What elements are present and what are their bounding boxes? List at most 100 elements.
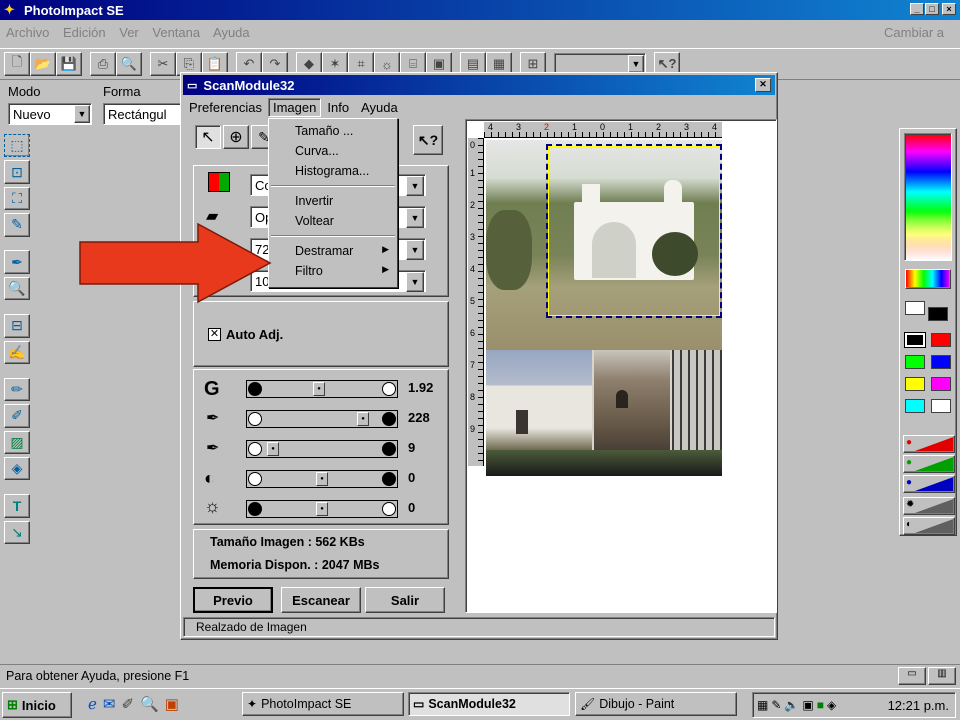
- line-tool-icon[interactable]: ↘: [4, 520, 30, 545]
- swatch-magenta[interactable]: [931, 377, 951, 391]
- tray-icon-6[interactable]: ◈: [827, 698, 836, 712]
- app-quick-icon[interactable]: ▣: [165, 695, 179, 713]
- zoom-in-icon[interactable]: ⊕: [223, 125, 249, 149]
- swatch-cyan[interactable]: [905, 399, 925, 413]
- clock[interactable]: 12:21 p.m.: [888, 698, 949, 713]
- cambiar-a-link[interactable]: Cambiar a: [884, 25, 944, 40]
- menu-ver[interactable]: Ver: [119, 25, 139, 40]
- task-photoimpact[interactable]: ✦ PhotoImpact SE: [242, 692, 404, 716]
- close-icon[interactable]: ✕: [755, 78, 771, 92]
- swatch-red[interactable]: [931, 333, 951, 347]
- slider-thumb[interactable]: ●: [313, 382, 325, 396]
- chevron-down-icon[interactable]: ▼: [406, 208, 424, 228]
- slider-thumb[interactable]: ●: [267, 442, 279, 456]
- menu-archivo[interactable]: Archivo: [6, 25, 49, 40]
- maximize-button[interactable]: □: [925, 3, 939, 15]
- foreground-color-swatch[interactable]: [905, 301, 925, 315]
- task-paint[interactable]: 🖌 Dibujo - Paint: [575, 692, 737, 716]
- menu-ayuda-scan[interactable]: Ayuda: [361, 100, 398, 115]
- open-folder-icon[interactable]: 📂: [30, 52, 56, 76]
- swatch-yellow[interactable]: [905, 377, 925, 391]
- lasso-tool-icon[interactable]: ✎: [4, 213, 30, 237]
- search-icon[interactable]: 🔍: [140, 695, 159, 713]
- swatch-white[interactable]: [931, 399, 951, 413]
- zoom-tool-icon[interactable]: 🔍: [4, 276, 30, 301]
- chevron-down-icon[interactable]: ▼: [406, 240, 424, 260]
- menu-item-invertir[interactable]: Invertir: [269, 191, 397, 211]
- swatch-blue[interactable]: [931, 355, 951, 369]
- brightness-slider[interactable]: ●: [246, 500, 398, 518]
- palette-button[interactable]: [905, 269, 951, 289]
- menu-item-filtro[interactable]: Filtro ▶: [269, 261, 397, 281]
- chevron-down-icon[interactable]: ▼: [628, 55, 644, 73]
- select-tool-icon[interactable]: ⊟: [4, 314, 30, 338]
- scan-button[interactable]: Escanear: [281, 587, 361, 613]
- menu-imagen[interactable]: Imagen: [267, 97, 322, 117]
- eyedropper-tool-icon[interactable]: ✒: [4, 250, 30, 274]
- fill-tool-icon[interactable]: ◈: [4, 456, 30, 481]
- scan-preview-image[interactable]: [486, 140, 722, 476]
- brush-tool-icon[interactable]: ✏: [4, 377, 30, 402]
- tray-icon-4[interactable]: ▣: [802, 698, 813, 712]
- color-spectrum[interactable]: [904, 133, 952, 261]
- shape-select[interactable]: Rectángul: [103, 103, 183, 125]
- menu-item-curva[interactable]: Curva...: [269, 141, 397, 161]
- menu-item-histograma[interactable]: Histograma...: [269, 161, 397, 181]
- gamma-slider[interactable]: ●: [246, 380, 398, 398]
- menu-item-tamano[interactable]: Tamaño ...: [269, 121, 397, 141]
- minimize-button[interactable]: _: [910, 3, 924, 15]
- close-button[interactable]: ×: [942, 3, 956, 15]
- outlook-icon[interactable]: ✉: [103, 695, 116, 713]
- highlight-slider[interactable]: ●: [246, 410, 398, 428]
- mode-select[interactable]: Nuevo ▼: [8, 103, 92, 125]
- shadow-slider[interactable]: ●: [246, 440, 398, 458]
- panel-toggle-1[interactable]: ▭: [898, 667, 926, 685]
- clone-tool-icon[interactable]: ✐: [4, 404, 30, 428]
- panel-toggle-2[interactable]: ▥: [928, 667, 956, 685]
- speaker-icon[interactable]: 🔈: [784, 698, 799, 712]
- scan-selection-marquee[interactable]: [546, 144, 722, 318]
- retouch-tool-icon[interactable]: ▨: [4, 430, 30, 454]
- pointer-tool-icon[interactable]: ↖: [195, 125, 221, 149]
- task-scanmodule[interactable]: ▭ ScanModule32: [408, 692, 570, 716]
- help-pointer-icon[interactable]: ↖?: [413, 125, 443, 155]
- exit-button[interactable]: Salir: [365, 587, 445, 613]
- green-channel-control[interactable]: ●: [903, 455, 955, 473]
- slider-thumb[interactable]: ●: [316, 502, 328, 516]
- swatch-black[interactable]: [904, 332, 926, 348]
- chevron-down-icon[interactable]: ▼: [406, 272, 424, 292]
- save-icon[interactable]: 💾: [56, 52, 82, 76]
- red-channel-control[interactable]: ●: [903, 435, 955, 453]
- text-tool-icon[interactable]: T: [4, 494, 30, 518]
- contrast-control[interactable]: ◐: [903, 517, 955, 535]
- slider-thumb[interactable]: ●: [357, 412, 369, 426]
- menu-edicion[interactable]: Edición: [63, 25, 106, 40]
- menu-info[interactable]: Info: [327, 100, 349, 115]
- start-button[interactable]: ⊞ Inicio: [2, 692, 72, 718]
- brightness-control[interactable]: ✹: [903, 497, 955, 515]
- menu-item-destramar[interactable]: Destramar ▶: [269, 241, 397, 261]
- chevron-down-icon[interactable]: ▼: [406, 176, 424, 196]
- tray-icon-2[interactable]: ✎: [771, 698, 781, 712]
- menu-ventana[interactable]: Ventana: [152, 25, 200, 40]
- menu-ayuda[interactable]: Ayuda: [213, 25, 250, 40]
- print-preview-icon[interactable]: 🔍: [116, 52, 142, 76]
- chevron-down-icon[interactable]: ▼: [74, 105, 90, 123]
- blue-channel-control[interactable]: ●: [903, 475, 955, 493]
- contrast-slider[interactable]: ●: [246, 470, 398, 488]
- ie-icon[interactable]: ℯ: [88, 695, 97, 713]
- new-file-icon[interactable]: 🗋: [4, 52, 30, 76]
- background-color-swatch[interactable]: [928, 307, 948, 321]
- print-icon[interactable]: ⎙: [90, 52, 116, 76]
- cut-icon[interactable]: ✂: [150, 52, 176, 76]
- preview-button[interactable]: Previo: [193, 587, 273, 613]
- desktop-icon[interactable]: ✐: [121, 695, 134, 713]
- pick-tool-icon[interactable]: ⬚: [4, 134, 30, 158]
- tray-icon-5[interactable]: ■: [817, 698, 824, 712]
- swatch-green[interactable]: [905, 355, 925, 369]
- menu-preferencias[interactable]: Preferencias: [189, 100, 262, 115]
- crop-tool-icon[interactable]: ⛶: [4, 186, 30, 211]
- transform-tool-icon[interactable]: ⊡: [4, 160, 30, 184]
- menu-item-voltear[interactable]: Voltear: [269, 211, 397, 231]
- paint-tool-icon[interactable]: ✍: [4, 340, 30, 364]
